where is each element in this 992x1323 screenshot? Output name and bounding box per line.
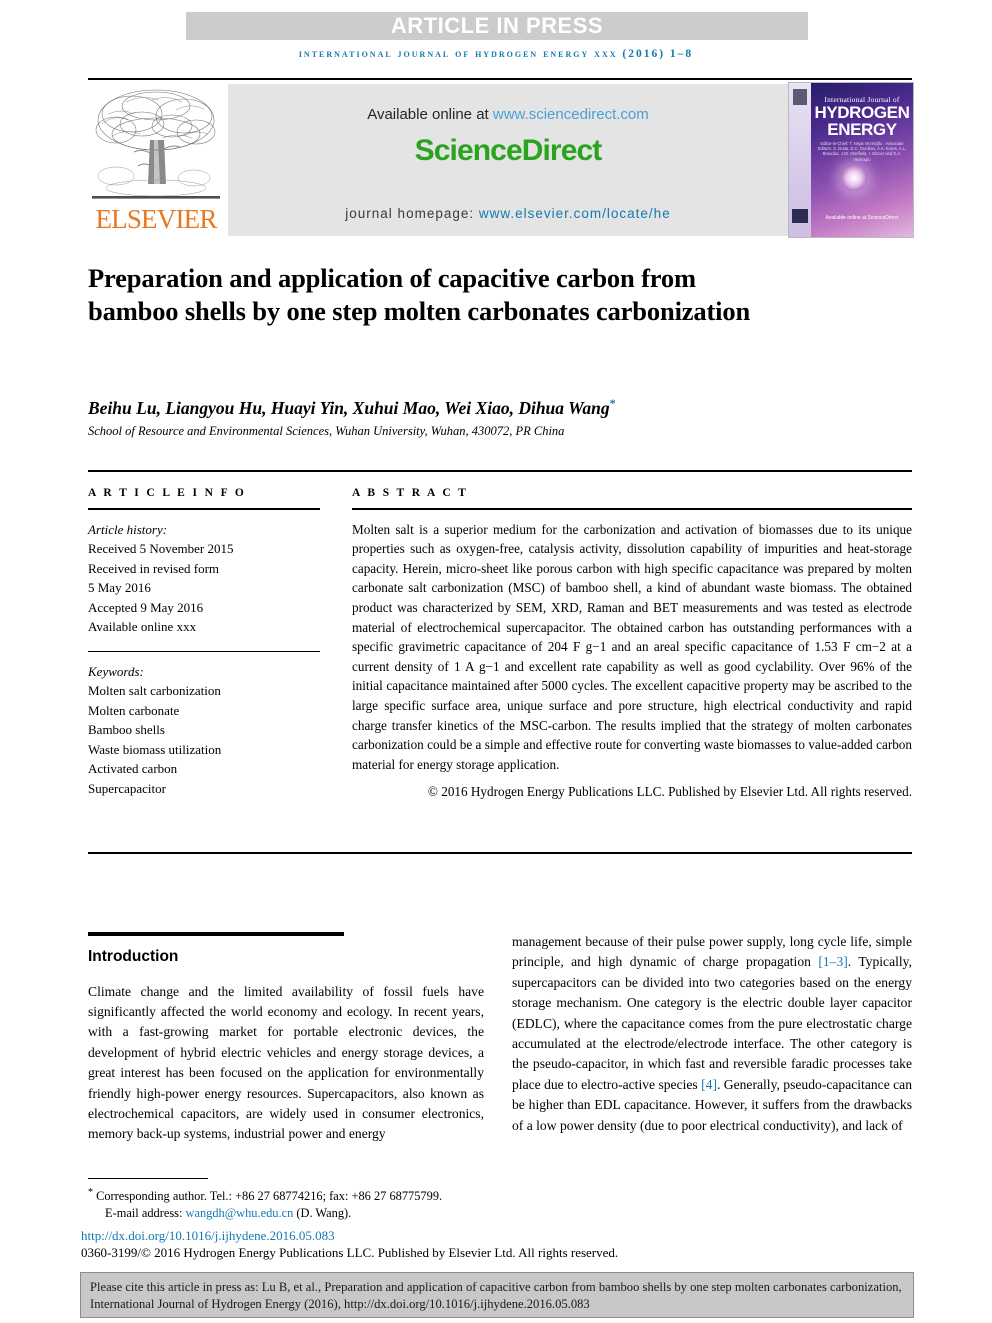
keyword-item: Bamboo shells [88,722,165,738]
issn-copyright-line: 0360-3199/© 2016 Hydrogen Energy Publica… [81,1245,619,1260]
available-online-line: Available online at www.sciencedirect.co… [228,106,788,123]
keywords-rule [88,650,320,652]
keywords-block: Keywords: Molten salt carbonization Molt… [88,662,320,799]
introduction-paragraph-right: management because of their pulse power … [512,932,912,1136]
available-online-prefix: Available online at [367,106,493,123]
journal-homepage-line: journal homepage: www.elsevier.com/locat… [228,206,788,221]
intro-right-text-2: . Typically, supercapacitors can be divi… [512,954,912,1092]
introduction-rule [88,932,344,936]
journal-cover-thumbnail: International Journal of HYDROGEN ENERGY… [788,82,914,238]
cover-ihea-mark-icon [792,209,808,223]
article-in-press-banner: ARTICLE IN PRESS [186,12,808,40]
elsevier-wordmark: ELSEVIER [95,204,217,234]
journal-homepage-prefix: journal homepage: [345,206,479,221]
history-item: Available online xxx [88,619,197,635]
journal-homepage-link[interactable]: www.elsevier.com/locate/he [479,206,671,221]
history-item: 5 May 2016 [88,580,151,596]
history-item: Accepted 9 May 2016 [88,599,204,615]
sciencedirect-wordmark[interactable]: ScienceDirect [228,134,788,168]
author-names: Beihu Lu, Liangyou Hu, Huayi Yin, Xuhui … [88,397,610,418]
abstract-text: Molten salt is a superior medium for the… [352,521,912,772]
article-history-label: Article history: [88,521,168,537]
sciencedirect-url-link[interactable]: www.sciencedirect.com [493,106,649,123]
keywords-label: Keywords: [88,663,144,679]
footnote-block: * Corresponding author. Tel.: +86 27 687… [88,1184,648,1222]
corresponding-author-note: * Corresponding author. Tel.: +86 27 687… [88,1184,648,1205]
cite-in-press-text: Please cite this article in press as: Lu… [90,1280,902,1311]
cover-elsevier-mark-icon [793,89,807,105]
article-info-heading: A R T I C L E I N F O [88,487,247,499]
article-in-press-label: ARTICLE IN PRESS [390,13,604,38]
info-section-top-rule [88,470,912,472]
sciencedirect-banner: Available online at www.sciencedirect.co… [228,84,788,236]
cover-title-line-1: HYDROGEN [814,103,910,122]
keyword-item: Molten carbonate [88,702,180,718]
abstract-rule [352,508,912,510]
journal-running-head: international journal of hydrogen energy… [298,48,694,60]
masthead: ELSEVIER Available online at www.science… [88,78,914,238]
keyword-item: Molten salt carbonization [88,683,221,699]
email-suffix: (D. Wang). [293,1206,352,1221]
cover-orb-graphic [841,165,867,191]
affiliation: School of Resource and Environmental Sci… [88,424,565,438]
history-item: Received in revised form [88,560,220,576]
keyword-item: Waste biomass utilization [88,741,222,757]
article-info-section: A R T I C L E I N F O Article history: R… [88,487,320,798]
citation-link-1-3[interactable]: [1–3] [818,954,847,969]
body-column-left: Introduction Climate change and the limi… [88,932,484,1145]
cover-title-line-2: ENERGY [827,120,897,139]
article-info-rule [88,508,320,510]
history-item: Received 5 November 2015 [88,541,234,557]
citation-link-4[interactable]: [4] [701,1077,717,1092]
doi-link[interactable]: http://dx.doi.org/10.1016/j.ijhydene.201… [81,1228,335,1244]
abstract-heading: A B S T R A C T [352,487,469,499]
elsevier-logo: ELSEVIER [92,84,220,236]
email-link[interactable]: wangdh@whu.edu.cn [186,1206,294,1220]
keyword-item: Activated carbon [88,761,178,777]
article-history-block: Article history: Received 5 November 201… [88,520,320,637]
cover-sciencedirect-mark: Available online at ScienceDirect [825,215,899,221]
keyword-item: Supercapacitor [88,780,166,796]
corresponding-author-marker: * [609,396,616,410]
footnote-rule [88,1178,208,1180]
body-column-right: management because of their pulse power … [512,932,912,1136]
section-title-introduction: Introduction [88,947,179,965]
masthead-top-rule [88,78,912,80]
corresponding-author-text: Corresponding author. Tel.: +86 27 68774… [93,1189,443,1204]
abstract-copyright: © 2016 Hydrogen Energy Publications LLC.… [427,784,912,800]
cover-editors-text: Editor-in-Chief: T. Nejat Veziroğlu · As… [817,141,907,162]
body-section-top-rule [88,852,912,854]
author-list: Beihu Lu, Liangyou Hu, Huayi Yin, Xuhui … [88,396,908,419]
email-note: E-mail address: wangdh@whu.edu.cn (D. Wa… [88,1205,648,1222]
elsevier-tree-icon [92,84,220,204]
email-label: E-mail address: [105,1206,186,1221]
cite-in-press-box: Please cite this article in press as: Lu… [80,1272,914,1318]
page-title: Preparation and application of capacitiv… [88,263,751,326]
introduction-paragraph-left: Climate change and the limited availabil… [88,983,484,1142]
abstract-section: A B S T R A C T Molten salt is a superio… [352,487,912,802]
